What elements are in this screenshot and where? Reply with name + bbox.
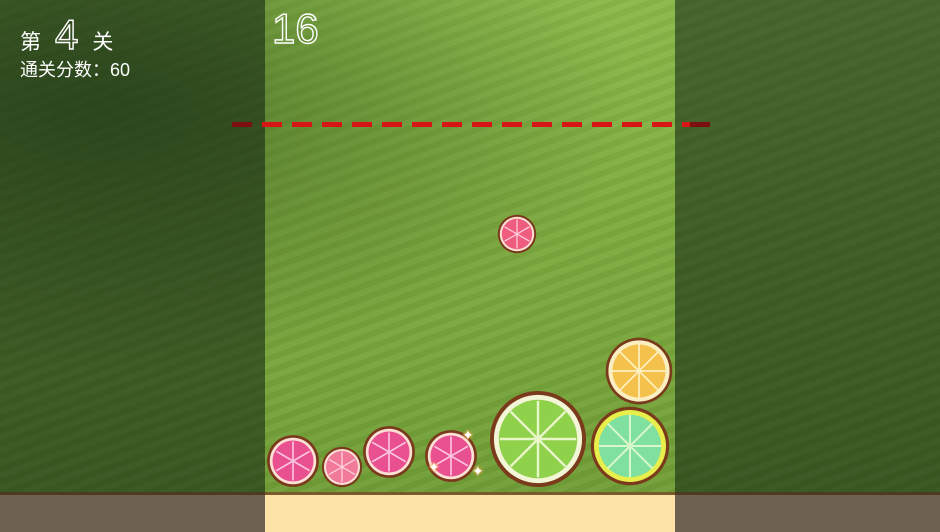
sparkle-icon: ✦ — [472, 463, 484, 479]
right-shade-panel — [675, 0, 940, 529]
grapefruit-slice-icon[interactable] — [362, 425, 416, 479]
level-prefix: 第 — [20, 31, 41, 54]
level-indicator: 第 4 关 — [20, 11, 114, 58]
sparkle-icon: ✦ — [462, 427, 474, 443]
target-score: 通关分数：60 — [20, 60, 131, 80]
grapefruit-slice-icon[interactable] — [497, 214, 537, 254]
current-score: 16 — [271, 5, 319, 53]
level-number: 4 — [54, 11, 79, 58]
lime-slice-icon[interactable] — [489, 390, 587, 488]
grapefruit-slice-icon[interactable] — [321, 446, 363, 488]
sparkle-icon: ✦ — [428, 459, 440, 475]
play-area-floor — [265, 492, 675, 532]
grapefruit-slice-icon[interactable] — [266, 434, 320, 488]
danger-line — [232, 122, 710, 127]
lemon-slice-icon[interactable] — [590, 406, 670, 486]
level-suffix: 关 — [92, 31, 114, 54]
orange-slice-icon[interactable] — [605, 337, 673, 405]
